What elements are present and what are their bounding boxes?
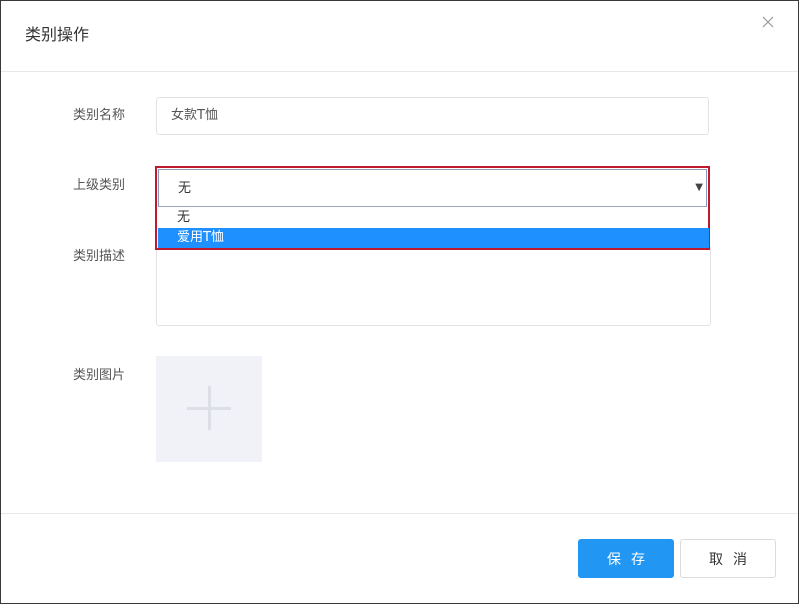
close-icon (762, 16, 774, 28)
cancel-button[interactable]: 取消 (680, 539, 776, 578)
description-label: 类别描述 (73, 249, 126, 264)
option-none[interactable]: 无 (158, 208, 709, 228)
category-dialog: 类别操作 类别名称 上级类别 类别描述 无 ▼ 无 爱用T恤 类别图片 保存 (0, 0, 799, 604)
dialog-title: 类别操作 (25, 25, 90, 44)
option-aiyong-tshirt[interactable]: 爱用T恤 (158, 228, 709, 248)
parent-select-value: 无 (178, 181, 192, 196)
name-input[interactable] (156, 97, 709, 135)
caret-down-icon: ▼ (695, 182, 703, 193)
image-upload[interactable] (156, 356, 262, 462)
name-label: 类别名称 (73, 108, 126, 123)
footer-divider (1, 513, 798, 514)
parent-options: 无 爱用T恤 (158, 208, 709, 248)
image-label: 类别图片 (73, 368, 126, 383)
description-textarea[interactable] (156, 245, 711, 326)
save-button[interactable]: 保存 (578, 539, 674, 578)
close-button[interactable] (759, 13, 777, 31)
dialog-header: 类别操作 (1, 1, 798, 72)
parent-select[interactable]: 无 ▼ (158, 169, 707, 207)
parent-label: 上级类别 (73, 178, 126, 193)
parent-select-highlight: 无 ▼ 无 爱用T恤 (155, 166, 710, 250)
